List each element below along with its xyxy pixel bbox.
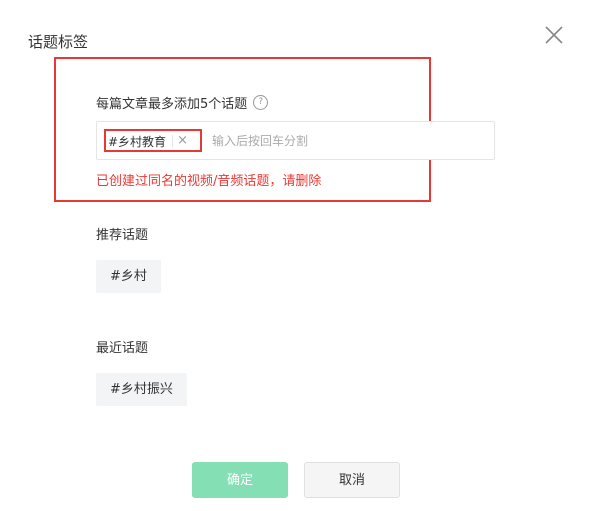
- close-icon: [545, 26, 563, 44]
- recent-topics-label: 最近话题: [96, 341, 149, 356]
- recommended-topic-chip[interactable]: #乡村: [96, 260, 161, 293]
- cancel-button[interactable]: 取消: [304, 462, 400, 498]
- recommended-topics-label: 推荐话题: [96, 228, 149, 243]
- recent-topic-chip[interactable]: #乡村振兴: [96, 373, 187, 406]
- topic-limit-text: 每篇文章最多添加5个话题: [96, 96, 248, 112]
- topic-limit-hint: 每篇文章最多添加5个话题 ?: [96, 93, 269, 112]
- topic-tag-dialog: 话题标签 每篇文章最多添加5个话题 ? #乡村教育 × 已创建过同名的视频/音频…: [0, 0, 589, 511]
- confirm-button[interactable]: 确定: [192, 462, 288, 498]
- dialog-title: 话题标签: [28, 33, 89, 51]
- help-icon[interactable]: ?: [253, 94, 269, 110]
- duplicate-topic-error: 已创建过同名的视频/音频话题，请删除: [96, 174, 322, 189]
- selected-tag-chip: #乡村教育 ×: [108, 132, 188, 150]
- topic-text-input[interactable]: [212, 131, 482, 151]
- remove-tag-icon[interactable]: ×: [177, 134, 188, 148]
- close-button[interactable]: [543, 24, 565, 46]
- selected-tag-label: #乡村教育: [108, 134, 167, 149]
- tag-divider: [172, 135, 174, 147]
